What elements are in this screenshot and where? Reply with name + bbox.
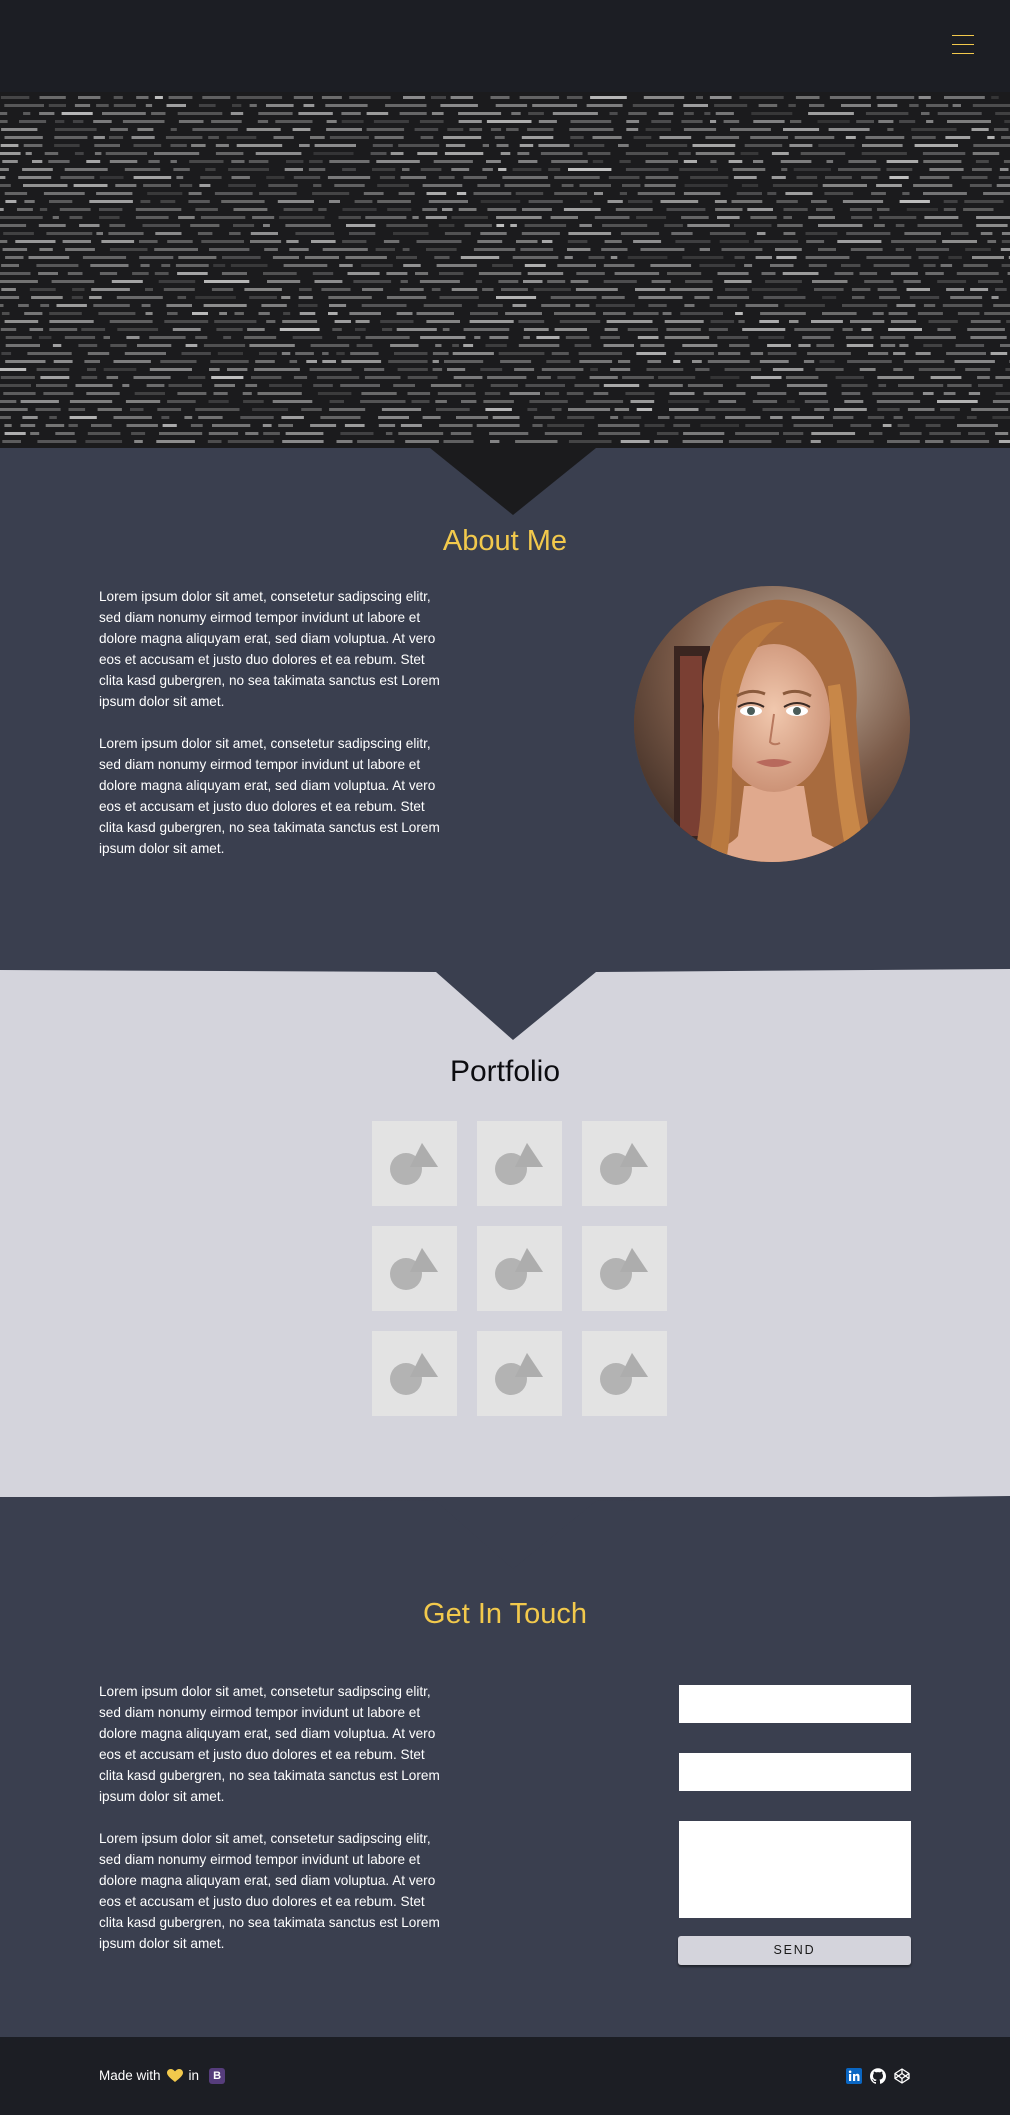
about-paragraph: Lorem ipsum dolor sit amet, consetetur s… bbox=[99, 589, 440, 709]
hero-banner bbox=[0, 92, 1010, 448]
message-field[interactable] bbox=[679, 1821, 911, 1918]
about-title: About Me bbox=[442, 525, 568, 557]
heart-icon bbox=[166, 2069, 183, 2082]
profile-photo bbox=[634, 586, 910, 862]
about-paragraph: Lorem ipsum dolor sit amet, consetetur s… bbox=[99, 736, 440, 856]
image-placeholder-icon bbox=[600, 1143, 648, 1185]
navbar bbox=[0, 0, 1010, 92]
hamburger-icon[interactable] bbox=[952, 33, 974, 55]
hero-code-image bbox=[0, 96, 1010, 443]
portfolio-tile[interactable] bbox=[372, 1226, 457, 1311]
image-placeholder-icon bbox=[390, 1353, 438, 1395]
image-placeholder-icon bbox=[495, 1248, 543, 1290]
portfolio-grid bbox=[372, 1121, 667, 1417]
portfolio-tile[interactable] bbox=[582, 1121, 667, 1206]
github-icon[interactable] bbox=[870, 2068, 886, 2084]
portfolio-tile[interactable] bbox=[372, 1121, 457, 1206]
portfolio-tile[interactable] bbox=[582, 1226, 667, 1311]
image-placeholder-icon bbox=[495, 1143, 543, 1185]
linkedin-icon[interactable] bbox=[846, 2068, 862, 2084]
image-placeholder-icon bbox=[495, 1353, 543, 1395]
contact-title: Get In Touch bbox=[423, 1598, 587, 1630]
image-placeholder-icon bbox=[390, 1248, 438, 1290]
portfolio-tile[interactable] bbox=[477, 1226, 562, 1311]
email-field[interactable] bbox=[679, 1753, 911, 1791]
portfolio-title: Portfolio bbox=[449, 1055, 561, 1088]
name-field[interactable] bbox=[679, 1685, 911, 1723]
codepen-icon[interactable] bbox=[894, 2068, 910, 2084]
portfolio-tile[interactable] bbox=[477, 1331, 562, 1416]
bootstrap-icon: B bbox=[209, 2068, 226, 2084]
image-placeholder-icon bbox=[390, 1143, 438, 1185]
social-links bbox=[846, 2068, 910, 2084]
image-placeholder-icon bbox=[600, 1353, 648, 1395]
send-button[interactable]: SEND bbox=[678, 1936, 911, 1965]
contact-paragraph: Lorem ipsum dolor sit amet, consetetur s… bbox=[99, 1831, 440, 1951]
portfolio-tile[interactable] bbox=[582, 1331, 667, 1416]
in-text: in bbox=[188, 2068, 200, 2083]
portfolio-tile[interactable] bbox=[477, 1121, 562, 1206]
image-placeholder-icon bbox=[600, 1248, 648, 1290]
contact-paragraph: Lorem ipsum dolor sit amet, consetetur s… bbox=[99, 1684, 440, 1804]
made-with-credit: Made with in B bbox=[99, 2067, 231, 2085]
made-with-text: Made with bbox=[99, 2068, 161, 2083]
portfolio-tile[interactable] bbox=[372, 1331, 457, 1416]
